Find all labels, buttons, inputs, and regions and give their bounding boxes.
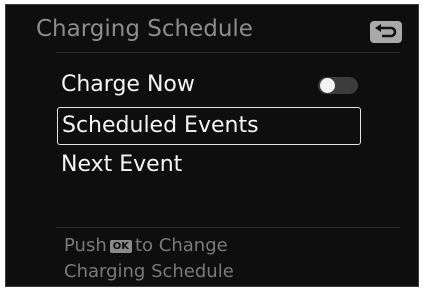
menu-item-label: Next Event [61,152,183,177]
menu-item-label: Charge Now [61,72,195,97]
back-button[interactable] [370,21,402,43]
back-return-icon [375,24,397,38]
footer-hint-line-2: Charging Schedule [64,261,234,282]
footer-hint-line-1: Push OK to Change [64,235,228,256]
footer-change-text: to Change [134,235,228,256]
menu-item-next-event[interactable]: Next Event [57,148,361,184]
footer-divider [56,227,400,228]
menu-item-scheduled-events[interactable]: Scheduled Events [57,107,361,145]
ok-button-icon: OK [109,240,132,253]
charging-schedule-screen: Charging Schedule Charge Now Scheduled E… [5,4,419,287]
footer-push-text: Push [64,235,107,256]
menu-item-charge-now[interactable]: Charge Now [57,68,361,104]
header-divider [56,52,400,53]
menu-item-label: Scheduled Events [62,113,259,138]
page-title: Charging Schedule [36,16,253,42]
charge-now-toggle[interactable] [318,77,358,94]
toggle-knob [320,78,335,93]
